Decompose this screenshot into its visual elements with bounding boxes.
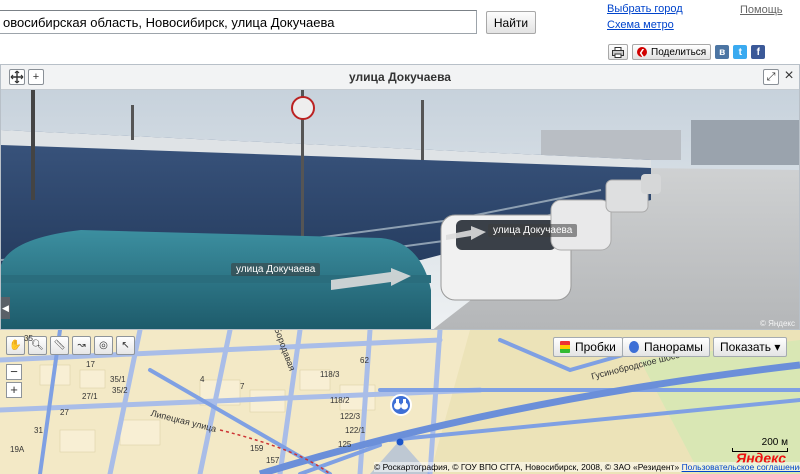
help-link[interactable]: Помощь (740, 4, 783, 16)
scale-label: 200 м (761, 437, 788, 448)
collapse-arrow-icon[interactable]: ◀ (1, 297, 10, 319)
panorama-title: улица Докучаева (349, 70, 451, 84)
facebook-icon[interactable]: f (751, 45, 766, 59)
ruler-icon[interactable]: 📏︎ (50, 336, 69, 355)
panorama-layer-icon (629, 341, 639, 353)
street-label[interactable]: улица Докучаева (231, 263, 321, 276)
traffic-light-icon (560, 341, 570, 353)
street-label[interactable]: улица Докучаева (488, 224, 578, 237)
cursor-icon[interactable]: ↖ (116, 336, 135, 355)
vk-icon[interactable]: в (715, 45, 730, 59)
house-number: 35 (24, 334, 33, 343)
panoramas-layer-label: Панорамы (644, 340, 703, 354)
share-button[interactable]: ❮ Поделиться (632, 44, 712, 60)
map[interactable]: ✋ 🔍︎ 📏︎ ↝ ◎ ↖ − + Липецкая улица Гусиноб… (0, 330, 800, 474)
house-number: 19А (10, 445, 25, 454)
house-number: 122/1 (345, 426, 366, 435)
expand-icon[interactable]: ⤢ (763, 69, 779, 85)
hand-icon[interactable]: ✋ (6, 336, 25, 355)
panoramas-layer-button[interactable]: Панорамы (622, 337, 710, 357)
panorama-header: + улица Докучаева ⤢ × (1, 65, 799, 90)
house-number: 4 (200, 375, 205, 384)
house-number: 118/2 (330, 396, 350, 405)
panorama-viewer: + улица Докучаева ⤢ × улица Докучаева ул… (0, 64, 800, 330)
house-number: 31 (34, 426, 43, 435)
house-number: 27 (60, 408, 69, 417)
page: Найти Выбрать город Схема метро Помощь ❮… (0, 0, 800, 474)
panorama-image[interactable]: улица Докучаева улица Докучаева © Яндекс (1, 90, 799, 329)
choose-city-link[interactable]: Выбрать город (607, 3, 683, 15)
house-number: 125 (338, 440, 352, 449)
zoom-in-button[interactable]: + (6, 382, 22, 398)
route-icon[interactable]: ↝ (72, 336, 91, 355)
house-number: 7 (240, 382, 245, 391)
share-bar: ❮ Поделиться в t f (608, 43, 766, 61)
show-dropdown-button[interactable]: Показать ▾ (713, 337, 788, 357)
panorama-tool-icon[interactable]: ◎ (94, 336, 113, 355)
house-number: 17 (86, 360, 95, 369)
print-icon[interactable] (608, 44, 628, 60)
house-number: 62 (360, 356, 369, 365)
house-number: 35/1 (110, 375, 126, 384)
copyright: © Роскартография, © ГОУ ВПО СГГА, Новоси… (374, 462, 800, 472)
house-number: 118/3 (320, 370, 340, 379)
metro-map-link[interactable]: Схема метро (607, 19, 674, 31)
house-number: 159 (250, 444, 264, 453)
zoom-out-button[interactable]: − (6, 364, 22, 380)
share-icon: ❮ (637, 47, 647, 57)
house-number: 27/1 (82, 392, 98, 401)
share-label: Поделиться (651, 46, 707, 58)
traffic-layer-label: Пробки (575, 340, 616, 354)
copyright-text: © Роскартография, © ГОУ ВПО СГГА, Новоси… (374, 462, 680, 472)
search-button[interactable]: Найти (486, 11, 536, 34)
panorama-watermark: © Яндекс (759, 319, 795, 328)
binoculars-icon[interactable] (390, 394, 412, 416)
close-icon[interactable]: × (781, 68, 797, 85)
house-number: 122/3 (340, 412, 361, 421)
twitter-icon[interactable]: t (733, 45, 748, 59)
search-input[interactable] (0, 10, 477, 34)
house-number: 157 (266, 456, 280, 465)
house-number: 35/2 (112, 386, 128, 395)
terms-link[interactable]: Пользовательское соглашение (682, 462, 800, 472)
traffic-layer-button[interactable]: Пробки (553, 337, 623, 357)
